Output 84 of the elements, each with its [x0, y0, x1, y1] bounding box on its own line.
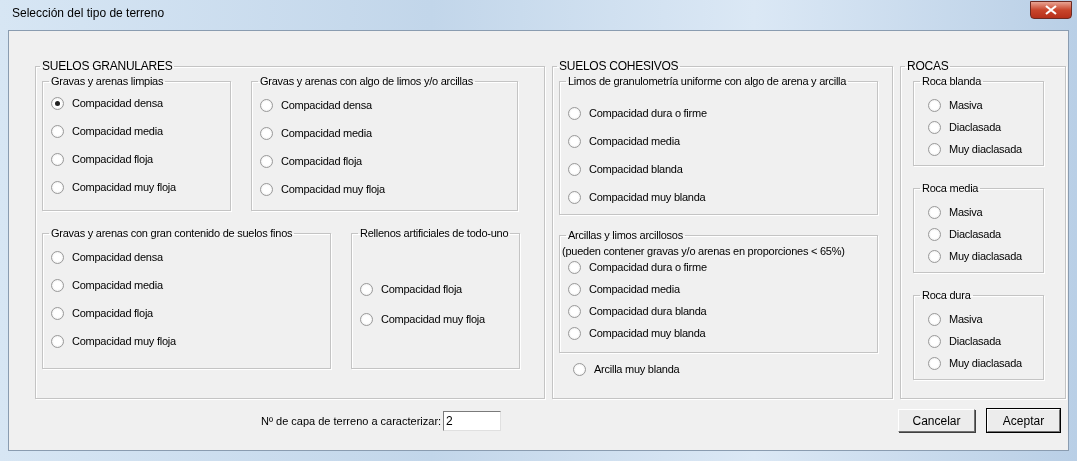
radio-option[interactable]: Compacidad floja — [51, 151, 224, 167]
radio-option[interactable]: Compacidad floja — [360, 281, 513, 297]
radio-button[interactable] — [568, 260, 581, 274]
radio-button[interactable] — [928, 312, 941, 326]
radio-option[interactable]: Compacidad media — [51, 123, 224, 139]
radio-option[interactable]: Compacidad floja — [260, 153, 511, 169]
group-title: Roca blanda — [921, 75, 983, 87]
radio-button[interactable] — [51, 96, 64, 110]
radio-button[interactable] — [51, 334, 64, 348]
radio-button[interactable] — [568, 326, 581, 340]
radio-option[interactable]: Compacidad muy floja — [51, 333, 324, 349]
radio-button[interactable] — [260, 182, 273, 196]
radio-button[interactable] — [260, 126, 273, 140]
radio-option[interactable]: Masiva — [928, 311, 1037, 327]
radio-option[interactable]: Masiva — [928, 204, 1037, 220]
radio-button[interactable] — [568, 106, 581, 120]
dialog-button[interactable]: Aceptar — [987, 409, 1060, 432]
section-title: ROCAS — [906, 59, 950, 73]
group-title: Gravas y arenas con gran contenido de suelos finos — [50, 227, 294, 239]
group-title: Gravas y arenas limpias — [50, 75, 165, 87]
radio-option[interactable]: Diaclasada — [928, 226, 1037, 242]
group-title: Gravas y arenas con algo de limos y/o arcillas — [259, 75, 474, 87]
radio-button[interactable] — [568, 134, 581, 148]
radio-button[interactable] — [51, 250, 64, 264]
layer-label: Nº de capa de terreno a caracterizar: — [261, 414, 442, 427]
radio-button[interactable] — [573, 362, 586, 376]
radio-button[interactable] — [928, 356, 941, 370]
radio-option[interactable]: Compacidad muy floja — [360, 311, 513, 327]
radio-button[interactable] — [51, 306, 64, 320]
group-title: Arcillas y limos arcillosos — [567, 229, 684, 241]
radio-button[interactable] — [51, 278, 64, 292]
group-title: Rellenos artificiales de todo-uno — [359, 227, 510, 239]
window-title: Selección del tipo de terreno — [12, 6, 165, 20]
radio-option[interactable]: Muy diaclasada — [928, 355, 1037, 371]
radio-option[interactable]: Masiva — [928, 97, 1037, 113]
radio-option[interactable]: Compacidad media — [51, 277, 324, 293]
radio-option[interactable]: Compacidad densa — [260, 97, 511, 113]
section-title: SUELOS COHESIVOS — [558, 59, 680, 73]
radio-option[interactable]: Compacidad densa — [51, 249, 324, 265]
radio-option[interactable]: Muy diaclasada — [928, 141, 1037, 157]
radio-option[interactable]: Diaclasada — [928, 333, 1037, 349]
radio-option[interactable]: Compacidad muy blanda — [568, 189, 871, 205]
radio-button[interactable] — [260, 98, 273, 112]
radio-button[interactable] — [260, 154, 273, 168]
radio-button[interactable] — [928, 227, 941, 241]
radio-option[interactable]: Compacidad muy floja — [260, 181, 511, 197]
radio-button[interactable] — [360, 312, 373, 326]
radio-option[interactable]: Compacidad media — [568, 281, 871, 297]
dialog-button[interactable]: Cancelar — [898, 409, 975, 432]
radio-button[interactable] — [928, 205, 941, 219]
group-title: Roca media — [921, 182, 980, 194]
radio-option[interactable]: Compacidad dura o firme — [568, 259, 871, 275]
radio-button[interactable] — [51, 124, 64, 138]
radio-button[interactable] — [360, 282, 373, 296]
radio-option[interactable]: Compacidad densa — [51, 95, 224, 111]
radio-option[interactable]: Compacidad dura blanda — [568, 303, 871, 319]
close-button[interactable] — [1030, 1, 1072, 19]
radio-button[interactable] — [928, 120, 941, 134]
radio-option[interactable]: Compacidad media — [568, 133, 871, 149]
layer-input-field[interactable]: 2 — [443, 410, 502, 431]
radio-option[interactable]: Compacidad floja — [51, 305, 324, 321]
section-title: SUELOS GRANULARES — [41, 59, 174, 73]
radio-button[interactable] — [568, 162, 581, 176]
close-icon — [1045, 5, 1057, 15]
radio-button[interactable] — [51, 152, 64, 166]
group-title: Limos de granulometría uniforme con algo de arena y arcilla — [567, 75, 848, 87]
radio-option[interactable]: Compacidad muy blanda — [568, 325, 871, 341]
radio-button[interactable] — [51, 180, 64, 194]
group-title: Roca dura — [921, 289, 972, 301]
radio-option[interactable]: Compacidad muy floja — [51, 179, 224, 195]
radio-option[interactable]: Arcilla muy blanda — [573, 361, 882, 377]
radio-button[interactable] — [568, 190, 581, 204]
radio-button[interactable] — [928, 249, 941, 263]
radio-button[interactable] — [568, 282, 581, 296]
radio-option[interactable]: Muy diaclasada — [928, 248, 1037, 264]
radio-option[interactable]: Compacidad dura o firme — [568, 105, 871, 121]
radio-option[interactable]: Compacidad blanda — [568, 161, 871, 177]
group-note: (pueden contener gravas y/o arenas en proporciones < 65%) — [562, 245, 846, 257]
radio-button[interactable] — [928, 334, 941, 348]
radio-button[interactable] — [568, 304, 581, 318]
radio-button[interactable] — [928, 142, 941, 156]
radio-option[interactable]: Diaclasada — [928, 119, 1037, 135]
radio-button[interactable] — [928, 98, 941, 112]
radio-option[interactable]: Compacidad media — [260, 125, 511, 141]
